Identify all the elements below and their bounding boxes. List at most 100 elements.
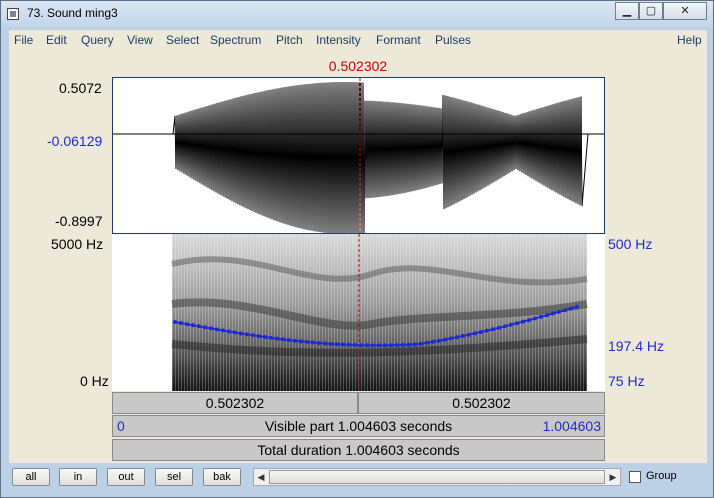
pitch-point bbox=[389, 343, 393, 348]
time-segment-right[interactable]: 0.502302 bbox=[358, 392, 605, 414]
spectrogram-view[interactable] bbox=[112, 234, 605, 391]
menu-pitch[interactable]: Pitch bbox=[276, 33, 303, 47]
pitch-point bbox=[215, 327, 219, 332]
pitch-point bbox=[341, 342, 345, 347]
pitch-top-label: 500 Hz bbox=[608, 236, 653, 252]
pitch-point bbox=[173, 320, 177, 324]
menu-edit[interactable]: Edit bbox=[46, 33, 67, 47]
pitch-point bbox=[335, 342, 339, 347]
pitch-point bbox=[317, 341, 321, 345]
pitch-point bbox=[179, 321, 183, 326]
menu-file[interactable]: File bbox=[14, 33, 33, 47]
pitch-point bbox=[245, 332, 249, 337]
pitch-point bbox=[353, 343, 357, 347]
pitch-point bbox=[377, 343, 381, 348]
pitch-point bbox=[431, 339, 435, 344]
pitch-point bbox=[443, 337, 447, 342]
pitch-point bbox=[557, 309, 561, 314]
pitch-point bbox=[395, 343, 399, 348]
scrollbar-thumb[interactable] bbox=[269, 470, 605, 484]
pitch-cursor-label: 197.4 Hz bbox=[608, 338, 665, 354]
pitch-point bbox=[185, 322, 189, 327]
pitch-point bbox=[275, 336, 279, 341]
pitch-point bbox=[365, 343, 369, 348]
pitch-point bbox=[563, 308, 567, 313]
menu-intensity[interactable]: Intensity bbox=[316, 33, 361, 47]
pitch-point bbox=[299, 339, 303, 344]
scroll-left-arrow-icon[interactable]: ◀ bbox=[254, 469, 268, 485]
group-checkbox[interactable] bbox=[629, 471, 641, 483]
pitch-point bbox=[575, 304, 579, 309]
menu-query[interactable]: Query bbox=[81, 33, 114, 47]
pitch-point bbox=[485, 328, 489, 333]
pitch-bottom-label: 75 Hz bbox=[608, 373, 645, 389]
maximize-button[interactable]: ▢ bbox=[639, 2, 663, 20]
time-segment-left[interactable]: 0.502302 bbox=[112, 392, 358, 414]
pitch-point bbox=[203, 325, 207, 330]
pitch-point bbox=[323, 341, 327, 346]
pitch-point bbox=[221, 328, 225, 333]
pitch-point bbox=[257, 334, 261, 339]
in-button[interactable]: in bbox=[59, 468, 97, 486]
pitch-point bbox=[401, 342, 405, 347]
minimize-button[interactable]: ▁ bbox=[615, 2, 639, 20]
pitch-point bbox=[347, 342, 351, 347]
pitch-point bbox=[473, 331, 477, 336]
pitch-point bbox=[539, 314, 543, 319]
pitch-point bbox=[461, 334, 465, 338]
pitch-point bbox=[329, 341, 333, 346]
pitch-point bbox=[527, 318, 531, 323]
pitch-point bbox=[503, 324, 507, 329]
scroll-right-arrow-icon[interactable]: ▶ bbox=[606, 469, 620, 485]
pitch-point bbox=[413, 342, 417, 347]
menu-select[interactable]: Select bbox=[166, 33, 199, 47]
pitch-point bbox=[449, 336, 453, 341]
pitch-point bbox=[293, 338, 297, 343]
pitch-point bbox=[407, 342, 411, 347]
pitch-point bbox=[545, 313, 549, 318]
pitch-point bbox=[287, 338, 291, 343]
pitch-point bbox=[521, 319, 525, 324]
pitch-point bbox=[311, 340, 315, 345]
sel-button[interactable]: sel bbox=[155, 468, 193, 486]
wave-max-label: 0.5072 bbox=[59, 80, 102, 96]
out-button[interactable]: out bbox=[107, 468, 145, 486]
pitch-point bbox=[509, 322, 513, 327]
total-duration-bar[interactable]: Total duration 1.004603 seconds bbox=[112, 439, 605, 461]
menu-formant[interactable]: Formant bbox=[376, 33, 421, 47]
spec-top-freq-label: 5000 Hz bbox=[51, 236, 104, 252]
time-scrollbar[interactable]: ◀ ▶ bbox=[253, 468, 621, 486]
all-button[interactable]: all bbox=[12, 468, 50, 486]
spectrogram-svg bbox=[171, 234, 588, 391]
title-bar[interactable]: 73. Sound ming3 ▁ ▢ ✕ bbox=[1, 1, 713, 27]
pitch-point bbox=[371, 343, 375, 348]
wave-min-label: -0.8997 bbox=[55, 213, 103, 229]
pitch-point bbox=[269, 335, 273, 340]
close-button[interactable]: ✕ bbox=[663, 2, 707, 20]
pitch-point bbox=[383, 343, 387, 348]
group-label: Group bbox=[646, 470, 677, 482]
pitch-point bbox=[359, 343, 363, 348]
visible-start: 0 bbox=[117, 418, 125, 434]
pitch-point bbox=[197, 324, 201, 329]
pitch-point bbox=[227, 329, 231, 334]
menu-help[interactable]: Help bbox=[677, 33, 702, 47]
app-icon bbox=[7, 8, 19, 20]
waveform-svg bbox=[113, 78, 604, 233]
menu-view[interactable]: View bbox=[127, 33, 153, 47]
pitch-point bbox=[281, 337, 285, 342]
pitch-point bbox=[419, 341, 423, 346]
spec-bottom-freq-label: 0 Hz bbox=[80, 373, 109, 389]
pitch-point bbox=[467, 332, 471, 337]
waveform-view[interactable] bbox=[112, 77, 605, 234]
menu-pulses[interactable]: Pulses bbox=[435, 33, 471, 47]
pitch-point bbox=[191, 323, 195, 328]
pitch-point bbox=[209, 326, 213, 331]
visible-part-label: Visible part 1.004603 seconds bbox=[264, 418, 453, 434]
menu-spectrum[interactable]: Spectrum bbox=[210, 33, 261, 47]
pitch-point bbox=[491, 327, 495, 332]
visible-part-bar[interactable]: 0 Visible part 1.004603 seconds 1.004603 bbox=[112, 415, 605, 437]
menu-bar: File Edit Query View Select Spectrum Pit… bbox=[9, 30, 707, 52]
bak-button[interactable]: bak bbox=[203, 468, 241, 486]
pitch-point bbox=[263, 335, 267, 339]
